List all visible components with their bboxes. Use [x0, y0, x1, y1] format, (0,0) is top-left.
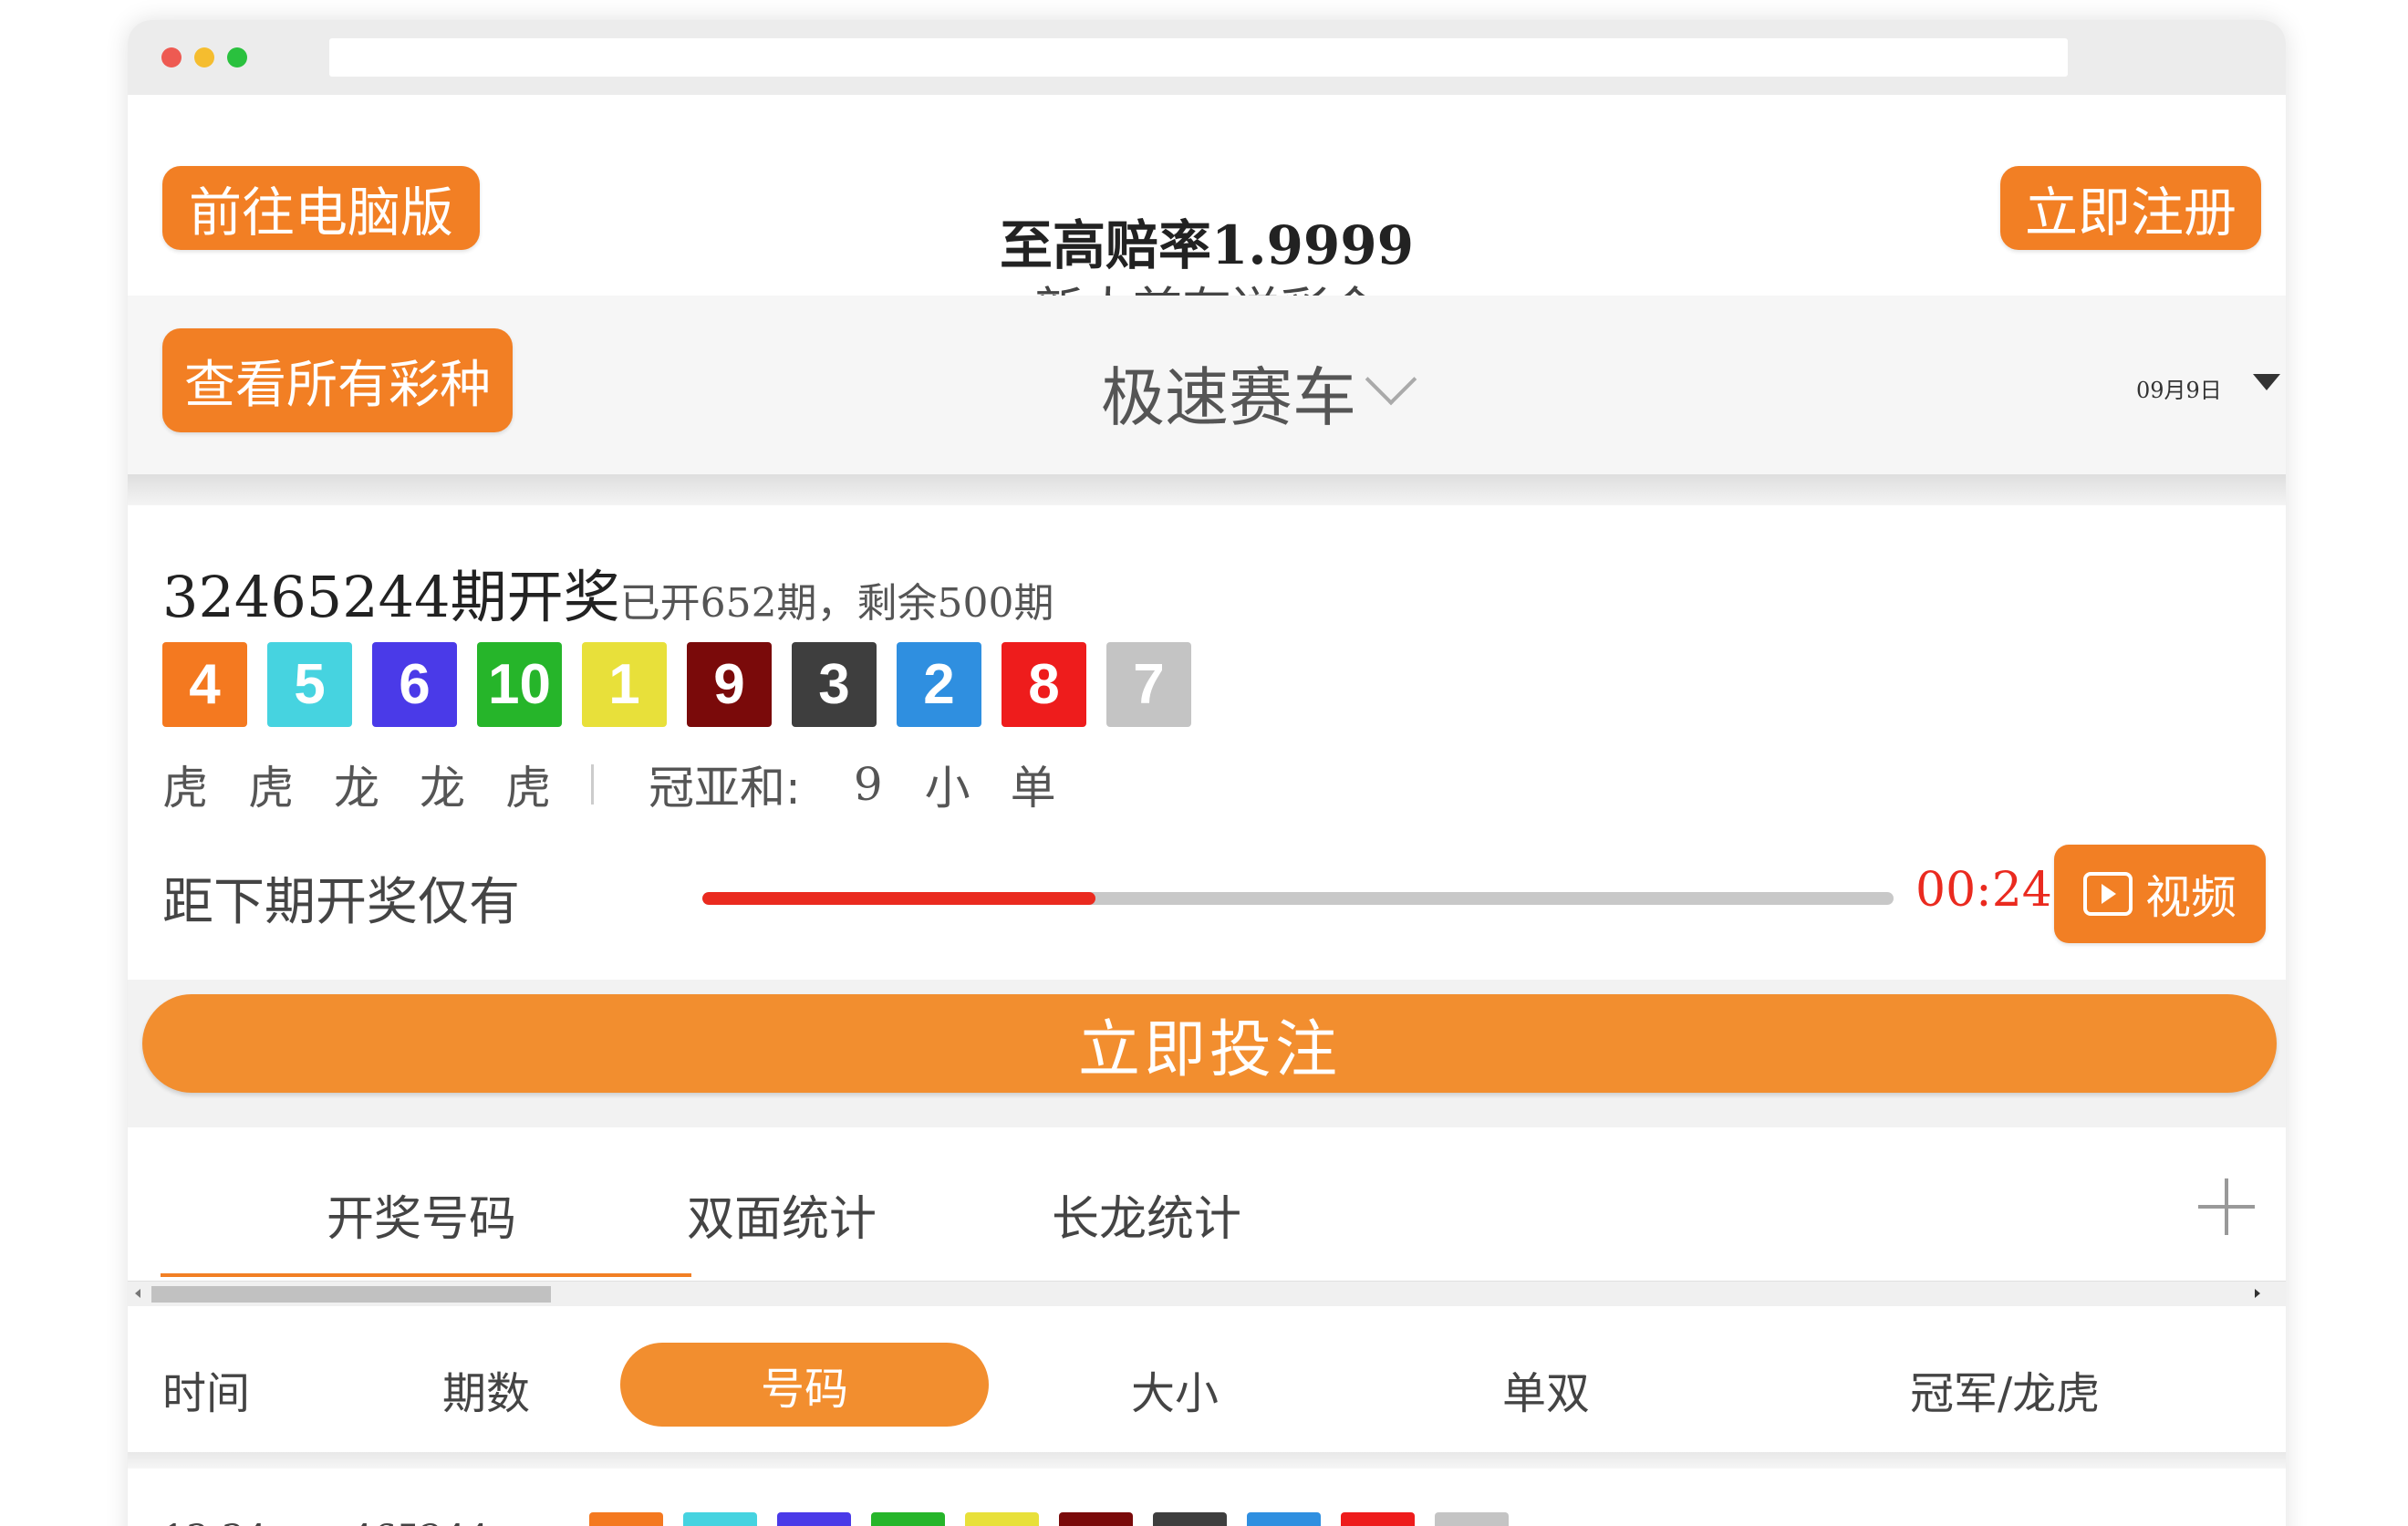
history-issue: 465244 [350, 1518, 490, 1526]
promo-header: 前往电脑版 至高赔率1.9999 新人首存送彩金 立即注册 [128, 95, 2286, 339]
scroll-right-arrow-icon[interactable] [2255, 1289, 2260, 1298]
history-ball-3: 6 [777, 1512, 851, 1526]
countdown-timer: 00:24 [1915, 863, 2052, 918]
history-balls: 4 5 6 10 1 9 3 2 8 7 [589, 1512, 1509, 1526]
history-ball-10: 7 [1435, 1512, 1509, 1526]
subtab-time[interactable]: 时间 [162, 1357, 250, 1421]
table-row: 13:34 465244 4 5 6 10 1 9 3 2 8 7 [128, 1469, 2286, 1526]
scrollbar-thumb[interactable] [151, 1286, 551, 1303]
subtab-numbers[interactable]: 号码 [620, 1343, 989, 1427]
register-button[interactable]: 立即注册 [2000, 166, 2261, 250]
draw-ball-4: 10 [477, 642, 562, 727]
draw-ball-2: 5 [267, 642, 352, 727]
draw-ball-5: 1 [582, 642, 667, 727]
draw-ball-3: 6 [372, 642, 457, 727]
plus-icon[interactable] [2198, 1178, 2255, 1235]
history-ball-9: 8 [1341, 1512, 1415, 1526]
tab-two-sided-stats[interactable]: 双面统计 [687, 1180, 877, 1249]
history-ball-7: 3 [1153, 1512, 1227, 1526]
subtab-champion-dragon-tiger[interactable]: 冠军/龙虎 [1910, 1357, 2100, 1421]
browser-window: 前往电脑版 至高赔率1.9999 新人首存送彩金 立即注册 查看所有彩种 极速赛… [128, 20, 2286, 1526]
bet-band: 立即投注 [128, 980, 2286, 1127]
sum-label: 冠亚和: [649, 762, 801, 815]
dragon-tiger-2: 虎 [248, 762, 294, 815]
chevron-down-icon[interactable] [1365, 353, 1417, 406]
dragon-tiger-5: 虎 [505, 762, 551, 815]
minimize-window-dot[interactable] [194, 47, 214, 67]
history-ball-8: 2 [1247, 1512, 1321, 1526]
countdown-progress-fill [702, 892, 1095, 905]
draw-title: 32465244期开奖已开652期，剩余500期 [162, 551, 1054, 633]
divider [128, 474, 2286, 505]
history-time: 13:34 [162, 1518, 267, 1526]
sum-value: 9 [853, 758, 883, 811]
video-button[interactable]: 视频 [2054, 845, 2266, 943]
maximize-window-dot[interactable] [227, 47, 247, 67]
countdown-progress-bar [702, 892, 1894, 905]
sum-parity: 单 [1010, 762, 1056, 815]
subtab-parity[interactable]: 单双 [1502, 1357, 1590, 1421]
place-bet-button[interactable]: 立即投注 [142, 994, 2277, 1093]
subtab-issue[interactable]: 期数 [442, 1357, 530, 1421]
date-selector[interactable]: 09月9日 [2136, 372, 2222, 404]
scroll-left-arrow-icon[interactable] [135, 1289, 140, 1298]
current-draw-panel: 32465244期开奖已开652期，剩余500期 4 5 6 10 1 9 3 2 8 7 虎 虎… [128, 505, 2286, 980]
draw-ball-6: 9 [687, 642, 772, 727]
close-window-dot[interactable] [161, 47, 182, 67]
caret-down-icon[interactable] [2253, 374, 2280, 390]
lottery-selector-bar: 查看所有彩种 极速赛车 09月9日 [128, 296, 2286, 474]
history-ball-6: 9 [1059, 1512, 1133, 1526]
stats-tabs: 开奖号码 双面统计 长龙统计 [128, 1127, 2286, 1281]
play-video-icon [2083, 872, 2133, 916]
history-ball-5: 1 [965, 1512, 1039, 1526]
dragon-tiger-1: 虎 [162, 762, 208, 815]
draw-stats-row: 虎 虎 龙 龙 虎 冠亚和: 9 小 单 [162, 752, 1096, 817]
tab-streak-stats[interactable]: 长龙统计 [1052, 1180, 1241, 1249]
dragon-tiger-3: 龙 [334, 762, 379, 815]
issue-meta: 已开652期，剩余500期 [619, 580, 1054, 627]
all-lotteries-button[interactable]: 查看所有彩种 [162, 328, 513, 432]
horizontal-scrollbar[interactable] [128, 1281, 2286, 1306]
countdown-label: 距下期开奖仅有 [162, 873, 520, 932]
subtab-size[interactable]: 大小 [1131, 1357, 1219, 1421]
lottery-name-dropdown[interactable]: 极速赛车 [1101, 347, 1356, 439]
history-subtabs: 时间 期数 号码 大小 单双 冠军/龙虎 [128, 1306, 2286, 1452]
sum-size: 小 [924, 762, 970, 815]
divider [128, 1452, 2286, 1469]
video-button-label: 视频 [2145, 871, 2237, 924]
history-ball-2: 5 [683, 1512, 757, 1526]
issue-title: 32465244期开奖 [162, 564, 620, 630]
dragon-tiger-4: 龙 [420, 762, 465, 815]
address-bar[interactable] [329, 38, 2068, 77]
divider [591, 764, 594, 805]
browser-toolbar [128, 20, 2286, 95]
draw-ball-8: 2 [897, 642, 981, 727]
draw-ball-9: 8 [1002, 642, 1086, 727]
draw-ball-7: 3 [792, 642, 877, 727]
draw-ball-10: 7 [1106, 642, 1191, 727]
active-tab-underline [161, 1273, 691, 1277]
tab-draw-numbers[interactable]: 开奖号码 [327, 1180, 516, 1249]
draw-balls: 4 5 6 10 1 9 3 2 8 7 [162, 642, 1191, 727]
draw-ball-1: 4 [162, 642, 247, 727]
history-ball-1: 4 [589, 1512, 663, 1526]
history-ball-4: 10 [871, 1512, 945, 1526]
promo-title: 至高赔率1.9999 [1000, 214, 1414, 276]
